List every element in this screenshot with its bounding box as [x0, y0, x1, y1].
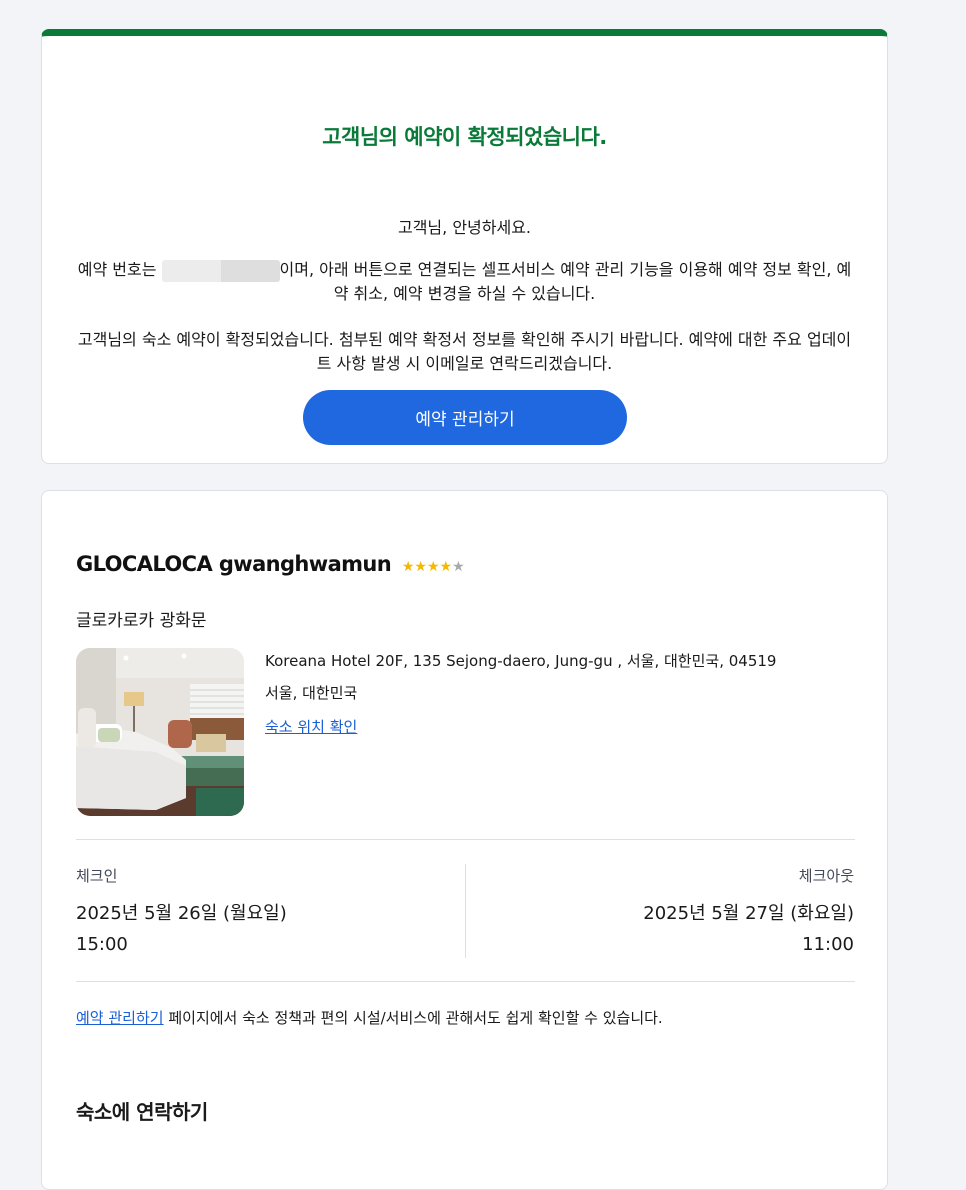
- star-empty-icon: ★: [452, 559, 465, 575]
- contact-property-title: 숙소에 연락하기: [76, 1100, 208, 1124]
- divider: [76, 839, 855, 840]
- star-filled-icon: ★★★★: [401, 559, 453, 575]
- vertical-divider: [465, 864, 466, 958]
- greeting-text: 고객님, 안녕하세요.: [397, 218, 532, 237]
- redacted-booking-number: [161, 259, 280, 282]
- checkin-date: 2025년 5월 26일 (월요일): [76, 903, 287, 924]
- checkin-label: 체크인: [76, 867, 118, 885]
- hotel-address-line1: Koreana Hotel 20F, 135 Sejong-daero, Jun…: [265, 652, 777, 670]
- divider: [76, 981, 855, 982]
- policy-note: 예약 관리하기 페이지에서 숙소 정책과 편의 시설/서비스에 관해서도 쉽게 …: [76, 1007, 663, 1028]
- confirmation-card: 고객님의 예약이 확정되었습니다. 고객님, 안녕하세요. 예약 번호는 이며,…: [41, 29, 888, 464]
- policy-text: 페이지에서 숙소 정책과 편의 시설/서비스에 관해서도 쉽게 확인할 수 있습…: [163, 1009, 663, 1027]
- hotel-name-text: GLOCALOCA gwanghwamun: [76, 552, 392, 576]
- booking-suffix: 이며, 아래 버튼으로 연결되는 셀프서비스 예약 관리 기능을 이용해 예약 …: [279, 260, 852, 303]
- confirmation-notice: 고객님의 숙소 예약이 확정되었습니다. 첨부된 예약 확정서 정보를 확인해 …: [77, 330, 852, 373]
- checkout-date: 2025년 5월 27일 (화요일): [643, 903, 854, 924]
- confirmation-title: 고객님의 예약이 확정되었습니다.: [322, 125, 607, 149]
- manage-booking-link[interactable]: 예약 관리하기: [76, 1009, 164, 1027]
- booking-prefix: 예약 번호는: [77, 260, 157, 279]
- manage-booking-button[interactable]: 예약 관리하기: [303, 390, 627, 445]
- hotel-card: GLOCALOCA gwanghwamun ★★★★★ 글로카로카 광화문 Ko…: [41, 490, 888, 1190]
- hotel-local-name: 글로카로카 광화문: [76, 611, 207, 631]
- hotel-photo: [76, 648, 244, 816]
- star-rating: ★★★★★: [402, 559, 465, 575]
- checkout-label: 체크아웃: [798, 867, 854, 885]
- hotel-name: GLOCALOCA gwanghwamun ★★★★★: [76, 552, 465, 576]
- hotel-address-line2: 서울, 대한민국: [265, 684, 358, 702]
- checkin-time: 15:00: [76, 934, 128, 955]
- checkout-time: 11:00: [802, 934, 854, 955]
- booking-number-paragraph: 예약 번호는 이며, 아래 버튼으로 연결되는 셀프서비스 예약 관리 기능을 …: [74, 258, 855, 306]
- map-location-link[interactable]: 숙소 위치 확인: [265, 716, 357, 737]
